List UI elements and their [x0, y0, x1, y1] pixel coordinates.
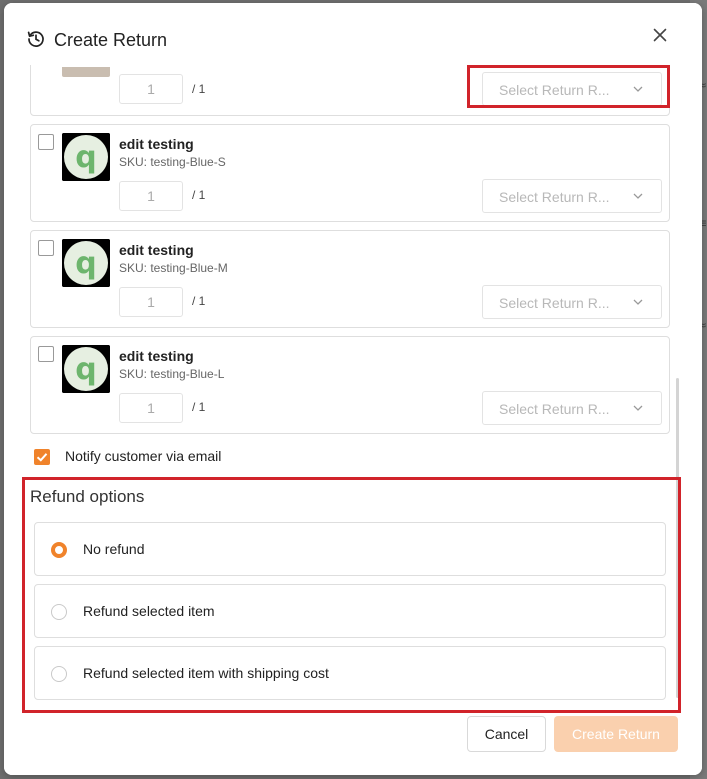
radio-selected[interactable]: [51, 542, 67, 558]
item-sku: SKU: testing-Blue-M: [119, 261, 228, 275]
cancel-button[interactable]: Cancel: [467, 716, 546, 752]
return-reason-placeholder: Select Return R...: [499, 82, 610, 98]
chevron-down-icon: [633, 86, 643, 92]
quantity-total: / 1: [192, 82, 206, 96]
return-reason-select[interactable]: Select Return R...: [482, 391, 662, 425]
radio-unselected[interactable]: [51, 666, 67, 682]
product-logo-icon: q: [62, 345, 110, 393]
create-return-button[interactable]: Create Return: [554, 716, 678, 752]
notify-checkbox[interactable]: [34, 449, 50, 465]
quantity-total: / 1: [192, 294, 206, 308]
refund-option-refund-item-shipping[interactable]: Refund selected item with shipping cost: [34, 646, 666, 700]
svg-text:q: q: [75, 246, 96, 281]
refund-option-label: No refund: [83, 541, 145, 557]
return-item-card: q edit testing SKU: testing-Blue-L 1 / 1…: [30, 336, 670, 434]
item-checkbox[interactable]: [38, 240, 54, 256]
close-icon[interactable]: [650, 25, 670, 45]
svg-text:q: q: [75, 140, 96, 175]
dialog-header: Create Return: [4, 3, 702, 65]
return-reason-placeholder: Select Return R...: [499, 295, 610, 311]
refund-option-label: Refund selected item with shipping cost: [83, 665, 329, 681]
return-reason-select[interactable]: Select Return R...: [482, 179, 662, 213]
return-item-card: q edit testing SKU: testing-Blue-S 1 / 1…: [30, 124, 670, 222]
return-reason-placeholder: Select Return R...: [499, 401, 610, 417]
item-name: edit testing: [119, 136, 194, 152]
quantity-input[interactable]: 1: [119, 287, 183, 317]
refund-options-title: Refund options: [30, 487, 145, 506]
product-thumbnail: q: [62, 239, 110, 287]
return-reason-placeholder: Select Return R...: [499, 189, 610, 205]
scrollbar[interactable]: [676, 378, 679, 698]
quantity-total: / 1: [192, 188, 206, 202]
item-checkbox[interactable]: [38, 346, 54, 362]
return-reason-select[interactable]: Select Return R...: [482, 72, 662, 106]
create-return-dialog: 1 / 1 Select Return R... q edit testing …: [4, 3, 702, 775]
dialog-title: Create Return: [54, 30, 168, 50]
checkmark-icon: [36, 453, 48, 462]
item-sku: SKU: testing-Blue-L: [119, 367, 225, 381]
product-logo-icon: q: [62, 133, 110, 181]
chevron-down-icon: [633, 299, 643, 305]
item-name: edit testing: [119, 348, 194, 364]
chevron-down-icon: [633, 405, 643, 411]
quantity-input[interactable]: 1: [119, 393, 183, 423]
quantity-total: / 1: [192, 400, 206, 414]
return-item-card: q edit testing SKU: testing-Blue-M 1 / 1…: [30, 230, 670, 328]
chevron-down-icon: [633, 193, 643, 199]
history-icon: [27, 31, 44, 47]
refund-option-no-refund[interactable]: No refund: [34, 522, 666, 576]
quantity-input[interactable]: 1: [119, 74, 183, 104]
refund-option-refund-item[interactable]: Refund selected item: [34, 584, 666, 638]
product-thumbnail: q: [62, 345, 110, 393]
item-name: edit testing: [119, 242, 194, 258]
radio-unselected[interactable]: [51, 604, 67, 620]
product-logo-icon: q: [62, 239, 110, 287]
return-reason-select[interactable]: Select Return R...: [482, 285, 662, 319]
svg-text:q: q: [75, 352, 96, 387]
item-sku: SKU: testing-Blue-S: [119, 155, 226, 169]
product-thumbnail: [62, 67, 110, 77]
notify-label: Notify customer via email: [65, 448, 222, 464]
refund-option-label: Refund selected item: [83, 603, 215, 619]
product-thumbnail: q: [62, 133, 110, 181]
item-checkbox[interactable]: [38, 134, 54, 150]
quantity-input[interactable]: 1: [119, 181, 183, 211]
